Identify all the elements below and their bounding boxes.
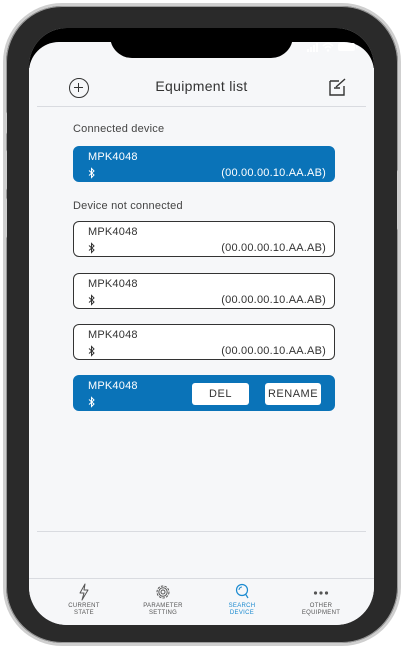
search-icon — [235, 583, 249, 599]
tab-label: PARAMETER SETTING — [143, 603, 183, 616]
notch — [110, 28, 293, 58]
device-name: MPK4048 — [88, 278, 138, 290]
tab-other-equipment[interactable]: OTHER EQUIPMENT — [281, 583, 361, 617]
device-address: (00.00.00.10.AA.AB) — [221, 345, 326, 357]
tab-bar: CURRENT STATE PARAMETER SETTING SEARCH D… — [29, 578, 374, 625]
device-address: (00.00.00.10.AA.AB) — [221, 167, 326, 179]
delete-button[interactable]: DEL — [192, 383, 249, 405]
content-divider — [37, 531, 366, 532]
side-button — [3, 150, 7, 190]
app-header: Equipment list — [29, 72, 374, 106]
bluetooth-icon — [88, 242, 95, 254]
app-screen: Equipment list Connected device MPK4048 … — [29, 28, 374, 625]
bluetooth-icon — [88, 167, 95, 179]
header-divider — [37, 106, 366, 107]
bluetooth-icon — [88, 396, 95, 408]
side-button — [3, 112, 7, 134]
edit-icon[interactable] — [328, 77, 348, 97]
side-button — [3, 198, 7, 238]
tab-label: CURRENT STATE — [68, 603, 100, 616]
device-card[interactable]: MPK4048 (00.00.00.10.AA.AB) — [73, 324, 335, 360]
side-button — [397, 170, 401, 230]
device-name: MPK4048 — [88, 380, 138, 392]
bluetooth-icon — [88, 294, 95, 306]
bluetooth-icon — [88, 345, 95, 357]
device-card[interactable]: MPK4048 (00.00.00.10.AA.AB) — [73, 221, 335, 257]
device-card[interactable]: MPK4048 (00.00.00.10.AA.AB) — [73, 273, 335, 309]
device-address: (00.00.00.10.AA.AB) — [221, 242, 326, 254]
tab-label: SEARCH DEVICE — [228, 603, 256, 616]
not-connected-section-label: Device not connected — [73, 200, 183, 212]
device-name: MPK4048 — [88, 226, 138, 238]
tab-current-state[interactable]: CURRENT STATE — [44, 583, 124, 617]
signal-icon — [307, 42, 318, 52]
selected-device-card[interactable]: MPK4048 DEL RENAME — [73, 375, 335, 411]
device-address: (00.00.00.10.AA.AB) — [221, 294, 326, 306]
rename-button[interactable]: RENAME — [265, 383, 321, 405]
tab-parameter-setting[interactable]: PARAMETER SETTING — [123, 583, 203, 617]
status-icons — [307, 42, 358, 52]
page-title: Equipment list — [155, 78, 248, 94]
bolt-icon — [79, 583, 89, 601]
wifi-icon — [322, 42, 334, 52]
more-icon — [313, 591, 329, 595]
connected-section-label: Connected device — [73, 123, 165, 135]
battery-icon — [338, 43, 358, 51]
tab-search-device[interactable]: SEARCH DEVICE — [202, 583, 282, 617]
tab-label: OTHER EQUIPMENT — [301, 603, 341, 616]
device-name: MPK4048 — [88, 151, 138, 163]
connected-device-card[interactable]: MPK4048 (00.00.00.10.AA.AB) — [73, 146, 335, 182]
gear-icon — [156, 585, 170, 599]
device-name: MPK4048 — [88, 329, 138, 341]
